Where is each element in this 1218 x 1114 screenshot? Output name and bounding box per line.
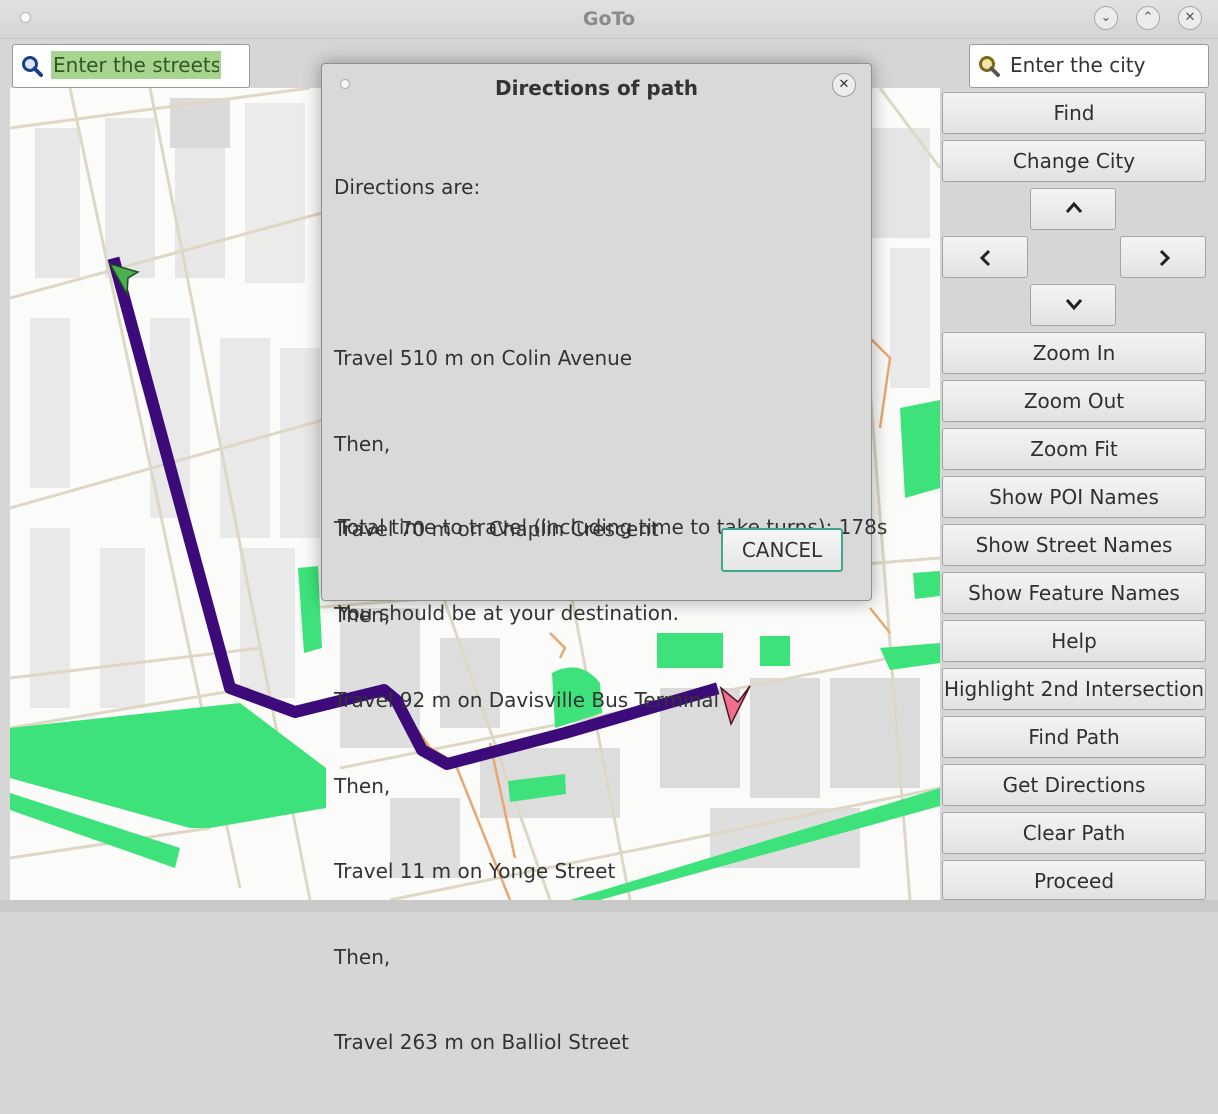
- window-title: GoTo: [582, 8, 636, 30]
- show-poi-names-button[interactable]: Show POI Names: [942, 476, 1206, 518]
- directions-line: Travel 263 m on Balliol Street: [334, 1030, 630, 1054]
- directions-line: Travel 92 m on Davisville Bus Terminal: [334, 688, 720, 712]
- chevron-right-icon: [1159, 249, 1171, 267]
- pan-left-button[interactable]: [942, 236, 1028, 278]
- find-button[interactable]: Find: [942, 92, 1206, 134]
- status-strip: [0, 900, 1218, 912]
- directions-dialog: Directions of path ✕ Directions are: Tra…: [321, 63, 887, 1054]
- chevron-down-icon: [1065, 299, 1083, 311]
- close-window-button[interactable]: ✕: [1178, 6, 1202, 30]
- pan-down-button[interactable]: [1030, 284, 1116, 326]
- chevron-up-icon: [1065, 201, 1083, 213]
- street-search-input[interactable]: [51, 51, 221, 79]
- search-icon: [22, 56, 43, 77]
- dialog-title: Directions of path: [494, 76, 699, 100]
- window-titlebar: GoTo ⌄ ⌃ ✕: [0, 0, 1218, 39]
- sidebar-panel: Find Change City Zoom In Zoom Out Zoom F…: [942, 88, 1218, 900]
- clear-path-button[interactable]: Clear Path: [942, 812, 1206, 854]
- directions-line: Directions are:: [334, 175, 481, 199]
- find-path-button[interactable]: Find Path: [942, 716, 1206, 758]
- pan-right-button[interactable]: [1120, 236, 1206, 278]
- chevron-left-icon: [979, 249, 991, 267]
- directions-line: Travel 11 m on Yonge Street: [334, 859, 616, 883]
- directions-line: Travel 510 m on Colin Avenue: [334, 346, 633, 370]
- minimize-button[interactable]: ⌄: [1094, 6, 1118, 30]
- directions-line: Then,: [334, 773, 391, 798]
- highlight-2nd-intersection-button[interactable]: Highlight 2nd Intersection: [942, 668, 1206, 710]
- pan-up-button[interactable]: [1030, 188, 1116, 230]
- get-directions-button[interactable]: Get Directions: [942, 764, 1206, 806]
- directions-line: Then,: [334, 944, 391, 969]
- show-street-names-button[interactable]: Show Street Names: [942, 524, 1206, 566]
- dialog-close-icon[interactable]: ✕: [832, 73, 856, 97]
- street-search-box[interactable]: [12, 44, 250, 88]
- directions-line: [334, 259, 719, 288]
- proceed-button[interactable]: Proceed: [942, 860, 1206, 900]
- cancel-button[interactable]: CANCEL: [721, 528, 843, 572]
- zoom-fit-button[interactable]: Zoom Fit: [942, 428, 1206, 470]
- zoom-out-button[interactable]: Zoom Out: [942, 380, 1206, 422]
- maximize-button[interactable]: ⌃: [1136, 6, 1160, 30]
- help-button[interactable]: Help: [942, 620, 1206, 662]
- change-city-button[interactable]: Change City: [942, 140, 1206, 182]
- show-feature-names-button[interactable]: Show Feature Names: [942, 572, 1206, 614]
- directions-line: Then,: [334, 431, 391, 456]
- arrival-text: You should be at your destination.: [338, 600, 680, 625]
- zoom-in-button[interactable]: Zoom In: [942, 332, 1206, 374]
- city-search-input[interactable]: [1008, 51, 1202, 79]
- search-icon: [979, 56, 1000, 77]
- city-search-box[interactable]: [969, 44, 1209, 88]
